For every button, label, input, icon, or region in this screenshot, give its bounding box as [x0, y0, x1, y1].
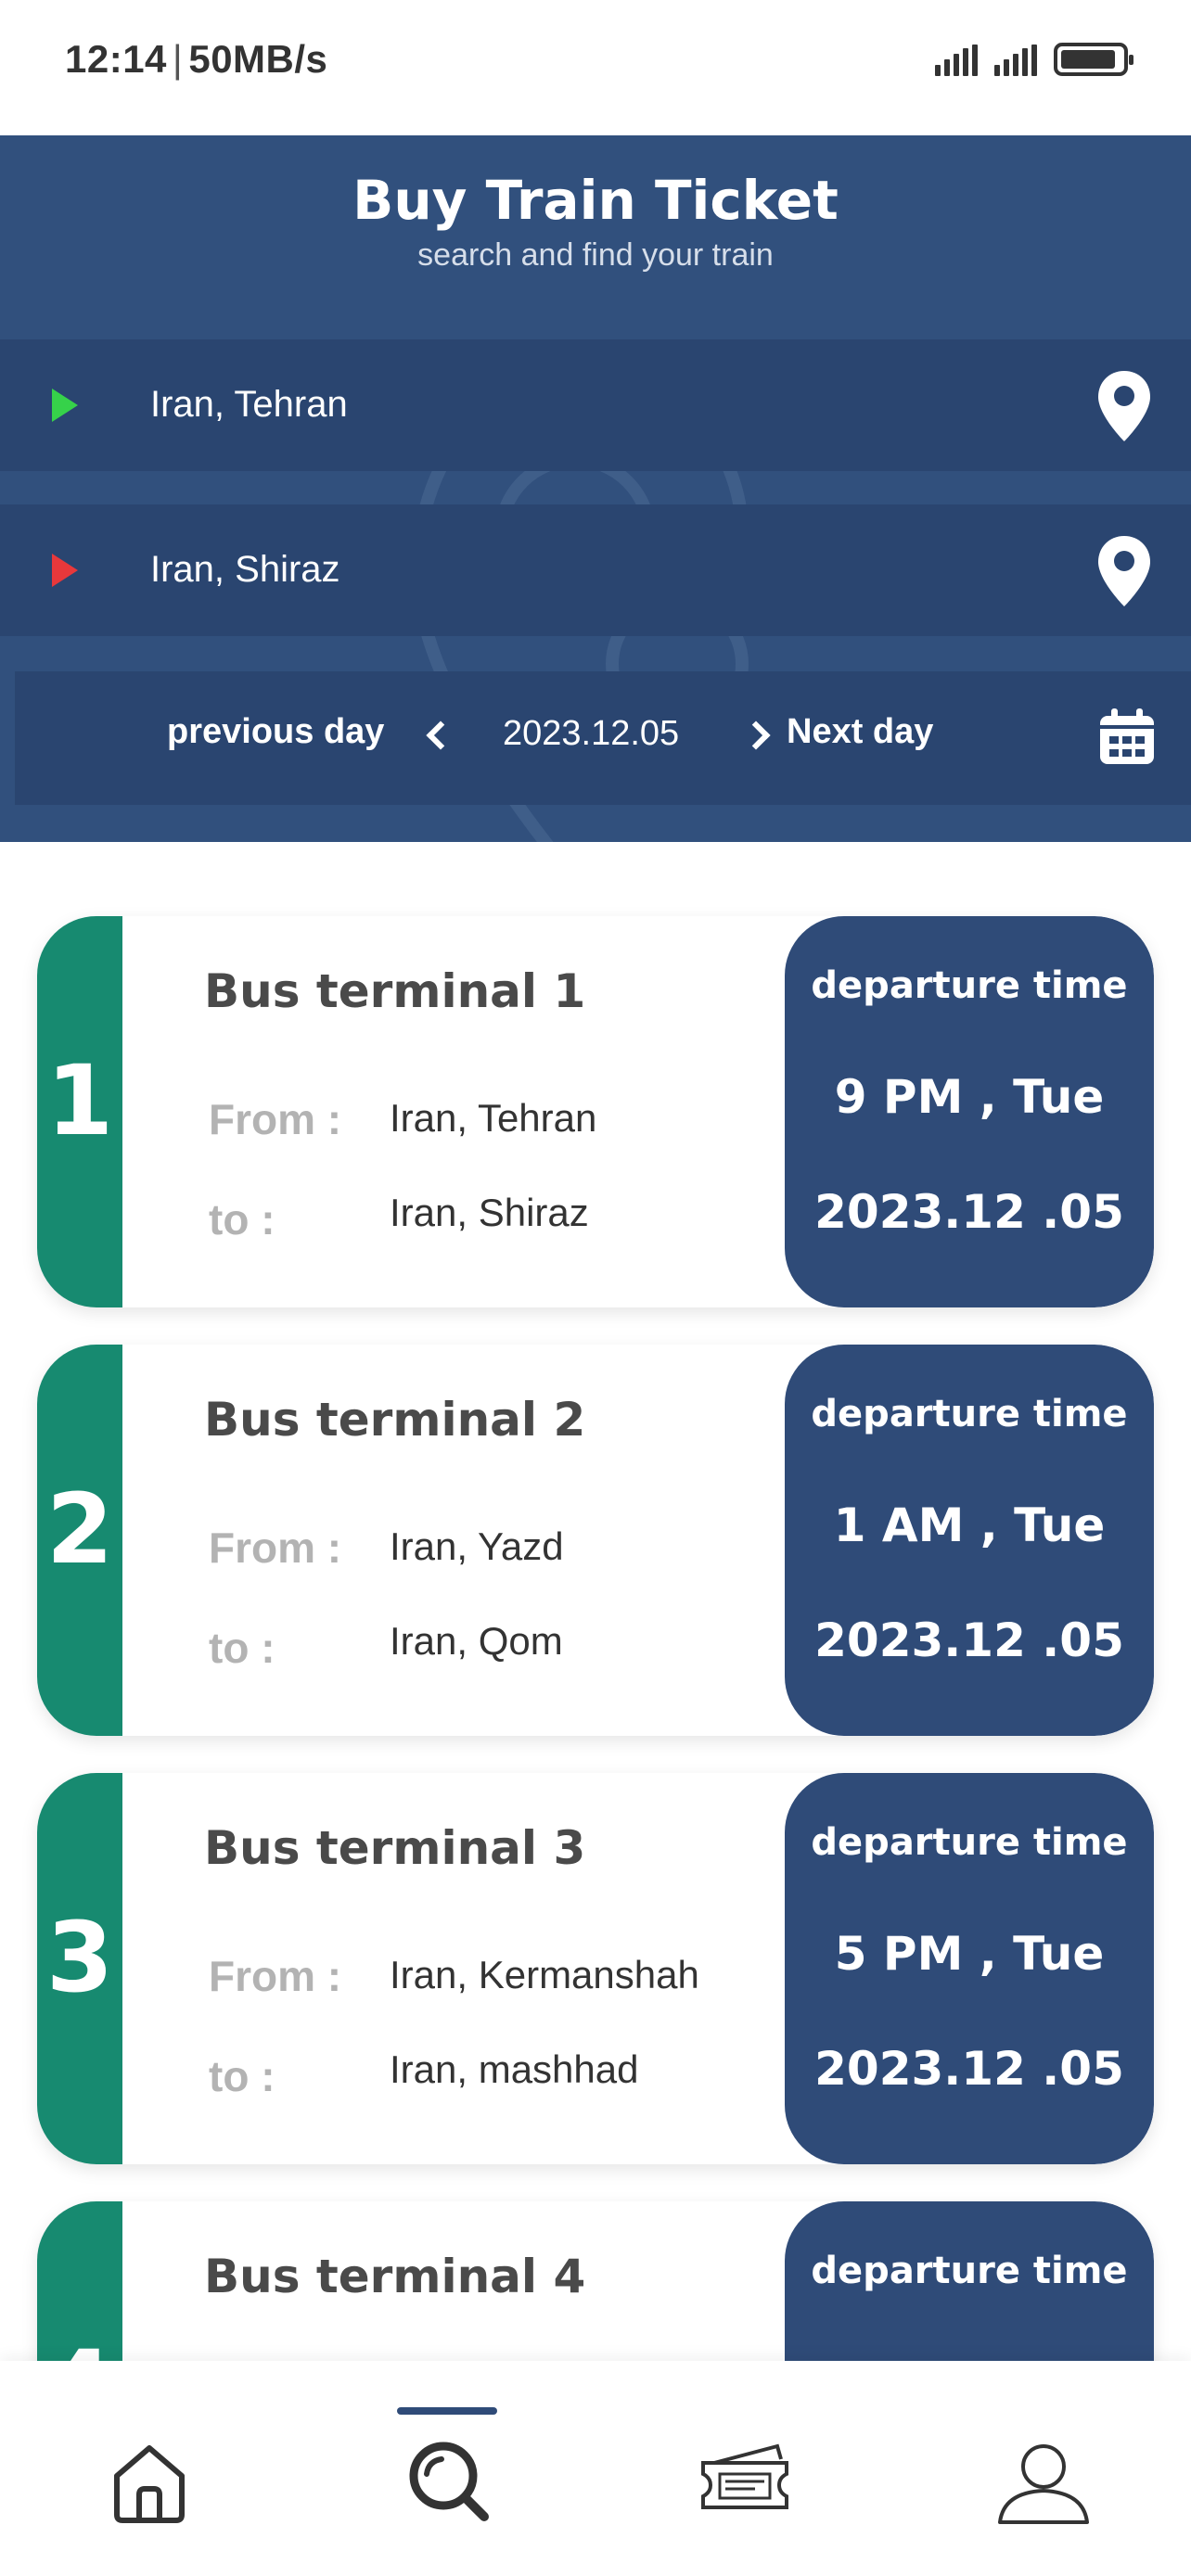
current-date: 2023.12.05: [503, 714, 680, 753]
to-value: Iran, mashhad: [390, 2047, 639, 2091]
status-icons: [935, 43, 1133, 76]
location-pin-icon[interactable]: [1096, 534, 1152, 608]
next-day-button[interactable]: Next day: [787, 712, 933, 752]
departure-time: 1 AM , Tue: [833, 1498, 1106, 1552]
to-value: Iran, Shiraz: [390, 1191, 589, 1234]
departure-time: 5 PM , Tue: [834, 1927, 1105, 1981]
terminal-name: Bus terminal 4: [204, 2250, 586, 2303]
bottom-nav: [0, 2361, 1191, 2576]
from-value: Iran, Yazd: [390, 1524, 564, 1568]
trip-card[interactable]: 4 Bus terminal 4 departure time: [37, 2201, 1154, 2361]
chevron-right-icon[interactable]: [741, 721, 771, 750]
active-tab-indicator: [397, 2407, 497, 2415]
departure-panel: departure time 5 PM , Tue 2023.12 .05: [785, 1773, 1154, 2164]
status-speed: 50MB/s: [188, 37, 328, 81]
trip-number: 4: [37, 2329, 122, 2361]
from-value: Iran, Kermanshah: [390, 1953, 699, 1996]
trip-card[interactable]: 3 Bus terminal 3 From : Iran, Kermanshah…: [37, 1773, 1154, 2164]
destination-field[interactable]: Iran, Shiraz: [0, 504, 1191, 636]
departure-label: departure time: [811, 964, 1128, 1007]
departure-panel: departure time 9 PM , Tue 2023.12 .05: [785, 916, 1154, 1307]
departure-time: 9 PM , Tue: [834, 1070, 1105, 1124]
nav-tickets[interactable]: [694, 2429, 796, 2531]
ticket-icon: [701, 2443, 788, 2509]
to-value: Iran, Qom: [390, 1619, 563, 1663]
status-bar: 12:14 | 50MB/s: [0, 0, 1191, 135]
departure-panel: departure time 1 AM , Tue 2023.12 .05: [785, 1345, 1154, 1736]
terminal-name: Bus terminal 1: [204, 964, 586, 1018]
destination-marker-icon: [52, 554, 78, 587]
trip-card[interactable]: 1 Bus terminal 1 From : Iran, Tehran to …: [37, 916, 1154, 1307]
to-label: to :: [209, 1624, 275, 1672]
departure-date: 2023.12 .05: [814, 1613, 1124, 1667]
calendar-icon[interactable]: [1098, 708, 1156, 766]
trip-number: 3: [45, 1901, 114, 2014]
profile-icon: [998, 2444, 1089, 2524]
from-label: From :: [209, 1095, 342, 1143]
signal-icon: [935, 45, 978, 76]
status-left: 12:14 | 50MB/s: [65, 37, 328, 81]
from-label: From :: [209, 1524, 342, 1572]
trip-number: 1: [45, 1044, 114, 1157]
departure-date: 2023.12 .05: [814, 2042, 1124, 2096]
origin-marker-icon: [52, 389, 78, 422]
location-pin-icon[interactable]: [1096, 369, 1152, 443]
previous-day-button[interactable]: previous day: [167, 712, 384, 752]
from-value: Iran, Tehran: [390, 1096, 597, 1140]
origin-value: Iran, Tehran: [150, 384, 348, 425]
signal-icon: [994, 45, 1037, 76]
departure-date: 2023.12 .05: [814, 1185, 1124, 1239]
home-icon: [114, 2445, 185, 2523]
page-title: Buy Train Ticket: [352, 169, 839, 232]
trip-card[interactable]: 2 Bus terminal 2 From : Iran, Yazd to : …: [37, 1345, 1154, 1736]
departure-label: departure time: [811, 1393, 1128, 1435]
to-label: to :: [209, 1195, 275, 1243]
origin-field[interactable]: Iran, Tehran: [0, 339, 1191, 471]
destination-value: Iran, Shiraz: [150, 549, 340, 590]
search-icon: [409, 2442, 489, 2521]
from-label: From :: [209, 1952, 342, 2000]
departure-panel: departure time: [785, 2201, 1154, 2361]
to-label: to :: [209, 2052, 275, 2100]
departure-label: departure time: [811, 2250, 1128, 2292]
terminal-name: Bus terminal 2: [204, 1393, 586, 1447]
nav-home[interactable]: [98, 2429, 200, 2531]
date-selector: previous day 2023.12.05 Next day: [15, 671, 1191, 805]
chevron-left-icon[interactable]: [426, 721, 455, 750]
departure-label: departure time: [811, 1821, 1128, 1864]
trip-number: 2: [45, 1473, 114, 1586]
search-header: Buy Train Ticket search and find your tr…: [0, 135, 1191, 842]
page-subtitle: search and find your train: [417, 237, 774, 273]
terminal-name: Bus terminal 3: [204, 1821, 586, 1875]
nav-profile[interactable]: [992, 2429, 1095, 2531]
battery-icon: [1054, 43, 1133, 76]
nav-search[interactable]: [397, 2429, 499, 2531]
status-time: 12:14: [65, 37, 167, 81]
trip-list: 1 Bus terminal 1 From : Iran, Tehran to …: [0, 842, 1191, 2361]
